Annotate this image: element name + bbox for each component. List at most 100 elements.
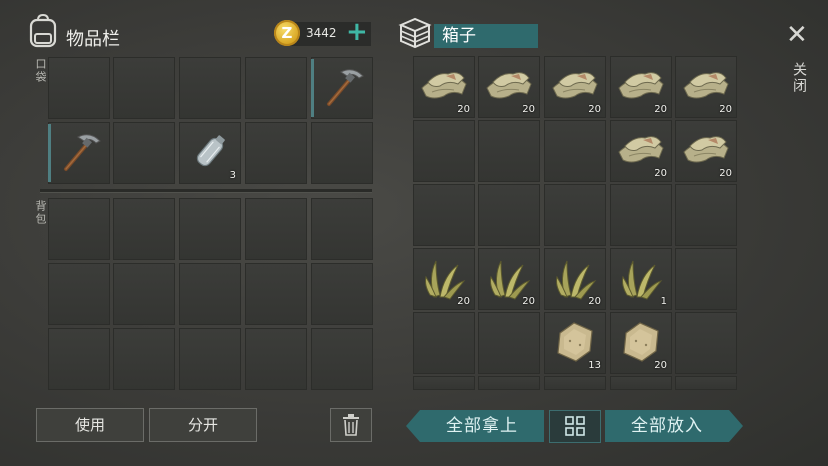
backpack-slot[interactable] [113, 198, 175, 260]
cloth-icon [615, 128, 667, 172]
item-quantity: 20 [654, 360, 667, 371]
add-coins-button[interactable]: + [346, 17, 368, 47]
backpack-slot[interactable] [245, 328, 307, 390]
backpack-slot[interactable] [48, 263, 110, 325]
chest-slot[interactable]: 13 [544, 312, 606, 374]
chest-slot[interactable]: 20 [675, 56, 737, 118]
chest-slot[interactable]: 20 [413, 248, 475, 310]
backpack-slot[interactable] [311, 263, 373, 325]
chest-title: 箱子 [434, 24, 538, 48]
close-label[interactable]: 关闭 [789, 62, 809, 94]
pocket-slot[interactable] [179, 57, 241, 119]
chest-icon [398, 17, 432, 49]
pickaxe-icon [317, 62, 367, 112]
item-quantity: 20 [457, 104, 470, 115]
pocket-slot[interactable] [48, 57, 110, 119]
item-quantity: 20 [588, 296, 601, 307]
grid-sort-icon [565, 416, 585, 436]
inventory-title: 物品栏 [66, 29, 120, 50]
chest-slot[interactable]: 1 [610, 248, 672, 310]
chest-slot[interactable]: 20 [610, 120, 672, 182]
chest-slot[interactable]: 20 [610, 312, 672, 374]
chest-slot[interactable] [478, 376, 540, 390]
chest-slot[interactable] [413, 120, 475, 182]
chest-slot[interactable] [544, 120, 606, 182]
backpack-slot[interactable] [179, 198, 241, 260]
inventory-divider [40, 189, 372, 192]
coin-icon: Z [274, 20, 300, 46]
chest-slot[interactable] [675, 248, 737, 310]
leather-icon [552, 319, 598, 365]
item-quantity: 20 [588, 104, 601, 115]
item-quantity: 13 [588, 360, 601, 371]
pocket-slot[interactable] [245, 122, 307, 184]
backpack-slot[interactable] [311, 328, 373, 390]
chest-slot[interactable] [544, 376, 606, 390]
item-quantity: 20 [719, 104, 732, 115]
chest-slot[interactable] [675, 184, 737, 246]
pickaxe-icon [54, 127, 104, 177]
chest-slot[interactable] [544, 184, 606, 246]
chest-slot[interactable] [478, 312, 540, 374]
cloth-icon [615, 64, 667, 108]
item-quantity: 3 [229, 170, 236, 181]
chest-slot[interactable] [675, 376, 737, 390]
plant-fiber-icon [617, 253, 665, 303]
chest-slot[interactable]: 20 [478, 248, 540, 310]
chest-slot[interactable] [610, 184, 672, 246]
cloth-icon [549, 64, 601, 108]
pocket-slot[interactable] [311, 57, 373, 119]
chest-slot[interactable] [675, 312, 737, 374]
close-icon[interactable]: ✕ [786, 20, 808, 50]
cloth-icon [680, 64, 732, 108]
chest-slot[interactable] [478, 120, 540, 182]
take-all-arrow [406, 410, 420, 442]
trash-icon [343, 414, 359, 436]
item-quantity: 20 [654, 168, 667, 179]
backpack-slot[interactable] [48, 198, 110, 260]
chest-slot[interactable]: 20 [675, 120, 737, 182]
chest-slot[interactable]: 20 [610, 56, 672, 118]
item-quantity: 20 [457, 296, 470, 307]
item-quantity: 1 [660, 296, 667, 307]
sort-button[interactable] [549, 410, 601, 443]
pocket-slot[interactable]: 3 [179, 122, 241, 184]
pocket-label: 口袋 [34, 58, 47, 84]
chest-slot[interactable]: 20 [413, 56, 475, 118]
trash-button[interactable] [330, 408, 372, 442]
leather-icon [618, 319, 664, 365]
backpack-slot[interactable] [245, 198, 307, 260]
pocket-slot[interactable] [113, 57, 175, 119]
pocket-slot[interactable] [113, 122, 175, 184]
use-button[interactable]: 使用 [36, 408, 144, 442]
cloth-icon [418, 64, 470, 108]
backpack-slot[interactable] [179, 263, 241, 325]
pocket-slot[interactable] [48, 122, 110, 184]
pocket-slot[interactable] [311, 122, 373, 184]
coin-balance: 3442 [306, 26, 337, 40]
backpack-slot[interactable] [179, 328, 241, 390]
chest-slot[interactable] [413, 184, 475, 246]
item-quantity: 20 [522, 104, 535, 115]
put-all-arrow [729, 410, 743, 442]
chest-slot[interactable] [478, 184, 540, 246]
chest-slot[interactable] [610, 376, 672, 390]
backpack-slot[interactable] [311, 198, 373, 260]
take-all-button[interactable]: 全部拿上 [420, 410, 544, 442]
chest-slot[interactable]: 20 [544, 56, 606, 118]
chest-slot[interactable] [413, 312, 475, 374]
backpack-slot[interactable] [113, 328, 175, 390]
backpack-slot[interactable] [48, 328, 110, 390]
item-quantity: 20 [654, 104, 667, 115]
backpack-slot[interactable] [113, 263, 175, 325]
item-quantity: 20 [522, 296, 535, 307]
chest-slot[interactable]: 20 [544, 248, 606, 310]
plastic-bottle-icon [185, 127, 235, 177]
split-button[interactable]: 分开 [149, 408, 257, 442]
chest-slot[interactable] [413, 376, 475, 390]
chest-slot[interactable]: 20 [478, 56, 540, 118]
pocket-slot[interactable] [245, 57, 307, 119]
item-quantity: 20 [719, 168, 732, 179]
put-all-button[interactable]: 全部放入 [605, 410, 729, 442]
backpack-slot[interactable] [245, 263, 307, 325]
